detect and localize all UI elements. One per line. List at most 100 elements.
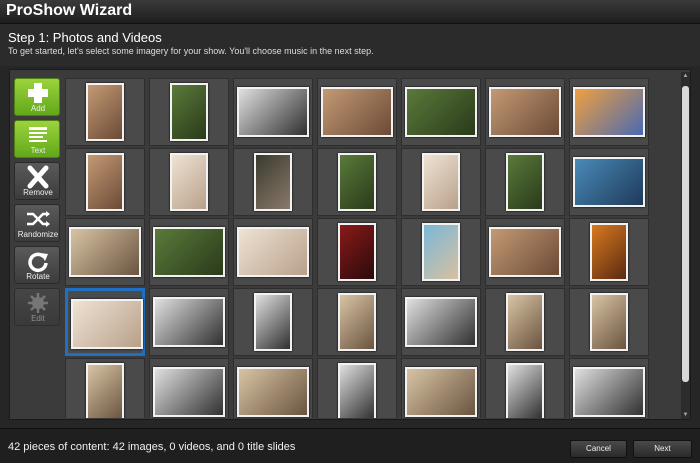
footer-bar: 42 pieces of content: 42 images, 0 video… xyxy=(0,428,700,463)
thumbnail-cell[interactable] xyxy=(401,358,481,418)
photo-thumbnail[interactable] xyxy=(422,153,460,211)
photo-thumbnail[interactable] xyxy=(153,367,225,417)
thumbnail-cell[interactable] xyxy=(233,288,313,356)
thumbnail-cell[interactable] xyxy=(233,218,313,286)
photo-thumbnail[interactable] xyxy=(170,83,208,141)
photo-thumbnail[interactable] xyxy=(422,223,460,281)
photo-thumbnail[interactable] xyxy=(86,83,124,141)
thumbnail-cell[interactable] xyxy=(317,288,397,356)
content-panel: Add Text Remove Randomize Rotate Edit ▲ … xyxy=(9,69,691,420)
photo-thumbnail[interactable] xyxy=(573,157,645,207)
photo-thumbnail[interactable] xyxy=(338,293,376,351)
photo-thumbnail[interactable] xyxy=(153,297,225,347)
add-label: Add xyxy=(30,104,46,113)
thumbnail-cell[interactable] xyxy=(65,358,145,418)
photo-thumbnail[interactable] xyxy=(170,153,208,211)
proshow-wizard-window: ProShow Wizard Step 1: Photos and Videos… xyxy=(0,0,700,463)
photo-thumbnail[interactable] xyxy=(506,153,544,211)
thumbnail-cell[interactable] xyxy=(65,288,145,356)
randomize-button[interactable]: Randomize xyxy=(14,204,60,242)
photo-thumbnail[interactable] xyxy=(321,87,393,137)
scroll-up-arrow-icon[interactable]: ▲ xyxy=(681,72,690,80)
thumbnail-cell[interactable] xyxy=(485,218,565,286)
photo-thumbnail[interactable] xyxy=(405,297,477,347)
thumbnail-grid xyxy=(65,78,678,418)
content-summary: 42 pieces of content: 42 images, 0 video… xyxy=(8,441,296,453)
thumbnail-cell[interactable] xyxy=(317,148,397,216)
photo-thumbnail[interactable] xyxy=(506,363,544,418)
gear-icon xyxy=(28,293,48,313)
scroll-down-arrow-icon[interactable]: ▼ xyxy=(681,411,690,419)
next-button[interactable]: Next xyxy=(633,440,692,458)
edit-label: Edit xyxy=(31,314,45,323)
thumbnail-cell[interactable] xyxy=(317,78,397,146)
thumbnail-cell[interactable] xyxy=(569,358,649,418)
photo-thumbnail[interactable] xyxy=(86,153,124,211)
thumbnail-cell[interactable] xyxy=(569,78,649,146)
photo-thumbnail[interactable] xyxy=(338,153,376,211)
thumbnail-cell[interactable] xyxy=(569,218,649,286)
photo-thumbnail[interactable] xyxy=(69,227,141,277)
thumbnail-cell[interactable] xyxy=(317,218,397,286)
photo-thumbnail[interactable] xyxy=(506,293,544,351)
thumbnail-cell[interactable] xyxy=(149,78,229,146)
thumbnail-cell[interactable] xyxy=(317,358,397,418)
photo-thumbnail[interactable] xyxy=(590,223,628,281)
edit-button[interactable]: Edit xyxy=(14,288,60,326)
thumbnail-cell[interactable] xyxy=(401,288,481,356)
thumbnail-cell[interactable] xyxy=(149,218,229,286)
rotate-button[interactable]: Rotate xyxy=(14,246,60,284)
photo-thumbnail[interactable] xyxy=(590,293,628,351)
thumbnail-cell[interactable] xyxy=(233,148,313,216)
thumbnail-cell[interactable] xyxy=(149,148,229,216)
thumbnail-cell[interactable] xyxy=(485,148,565,216)
scroll-thumb[interactable] xyxy=(682,86,689,382)
photo-thumbnail[interactable] xyxy=(338,363,376,418)
rotate-label: Rotate xyxy=(26,272,50,281)
thumbnail-cell[interactable] xyxy=(65,148,145,216)
add-button[interactable]: Add xyxy=(14,78,60,116)
randomize-label: Randomize xyxy=(17,230,59,239)
cancel-button[interactable]: Cancel xyxy=(570,440,627,458)
photo-thumbnail[interactable] xyxy=(237,87,309,137)
thumbnail-cell[interactable] xyxy=(65,78,145,146)
thumbnail-cell[interactable] xyxy=(233,358,313,418)
photo-thumbnail[interactable] xyxy=(71,299,143,349)
photo-thumbnail[interactable] xyxy=(254,153,292,211)
photo-thumbnail[interactable] xyxy=(489,227,561,277)
thumbnail-cell[interactable] xyxy=(149,288,229,356)
thumbnail-cell[interactable] xyxy=(569,288,649,356)
thumbnail-cell[interactable] xyxy=(485,288,565,356)
thumbnail-cell[interactable] xyxy=(569,148,649,216)
photo-thumbnail[interactable] xyxy=(489,87,561,137)
photo-thumbnail[interactable] xyxy=(405,367,477,417)
remove-button[interactable]: Remove xyxy=(14,162,60,200)
thumbnail-cell[interactable] xyxy=(149,358,229,418)
text-label: Text xyxy=(30,146,46,155)
text-icon xyxy=(29,127,47,142)
shuffle-icon xyxy=(27,211,50,227)
thumbnail-cell[interactable] xyxy=(233,78,313,146)
thumbnail-cell[interactable] xyxy=(401,218,481,286)
remove-x-icon xyxy=(27,165,49,189)
photo-thumbnail[interactable] xyxy=(573,87,645,137)
step-title: Step 1: Photos and Videos xyxy=(8,30,162,45)
photo-thumbnail[interactable] xyxy=(237,367,309,417)
plus-icon xyxy=(28,83,48,103)
thumbnail-cell[interactable] xyxy=(401,78,481,146)
photo-thumbnail[interactable] xyxy=(405,87,477,137)
text-button[interactable]: Text xyxy=(14,120,60,158)
photo-thumbnail[interactable] xyxy=(254,293,292,351)
photo-thumbnail[interactable] xyxy=(86,363,124,418)
thumbnail-cell[interactable] xyxy=(485,358,565,418)
photo-thumbnail[interactable] xyxy=(153,227,225,277)
photo-thumbnail[interactable] xyxy=(338,223,376,281)
photo-thumbnail[interactable] xyxy=(573,367,645,417)
thumbnail-cell[interactable] xyxy=(485,78,565,146)
window-title: ProShow Wizard xyxy=(6,2,133,19)
thumbnail-cell[interactable] xyxy=(401,148,481,216)
vertical-scrollbar[interactable]: ▲ ▼ xyxy=(681,72,690,419)
remove-label: Remove xyxy=(23,188,53,197)
photo-thumbnail[interactable] xyxy=(237,227,309,277)
thumbnail-cell[interactable] xyxy=(65,218,145,286)
